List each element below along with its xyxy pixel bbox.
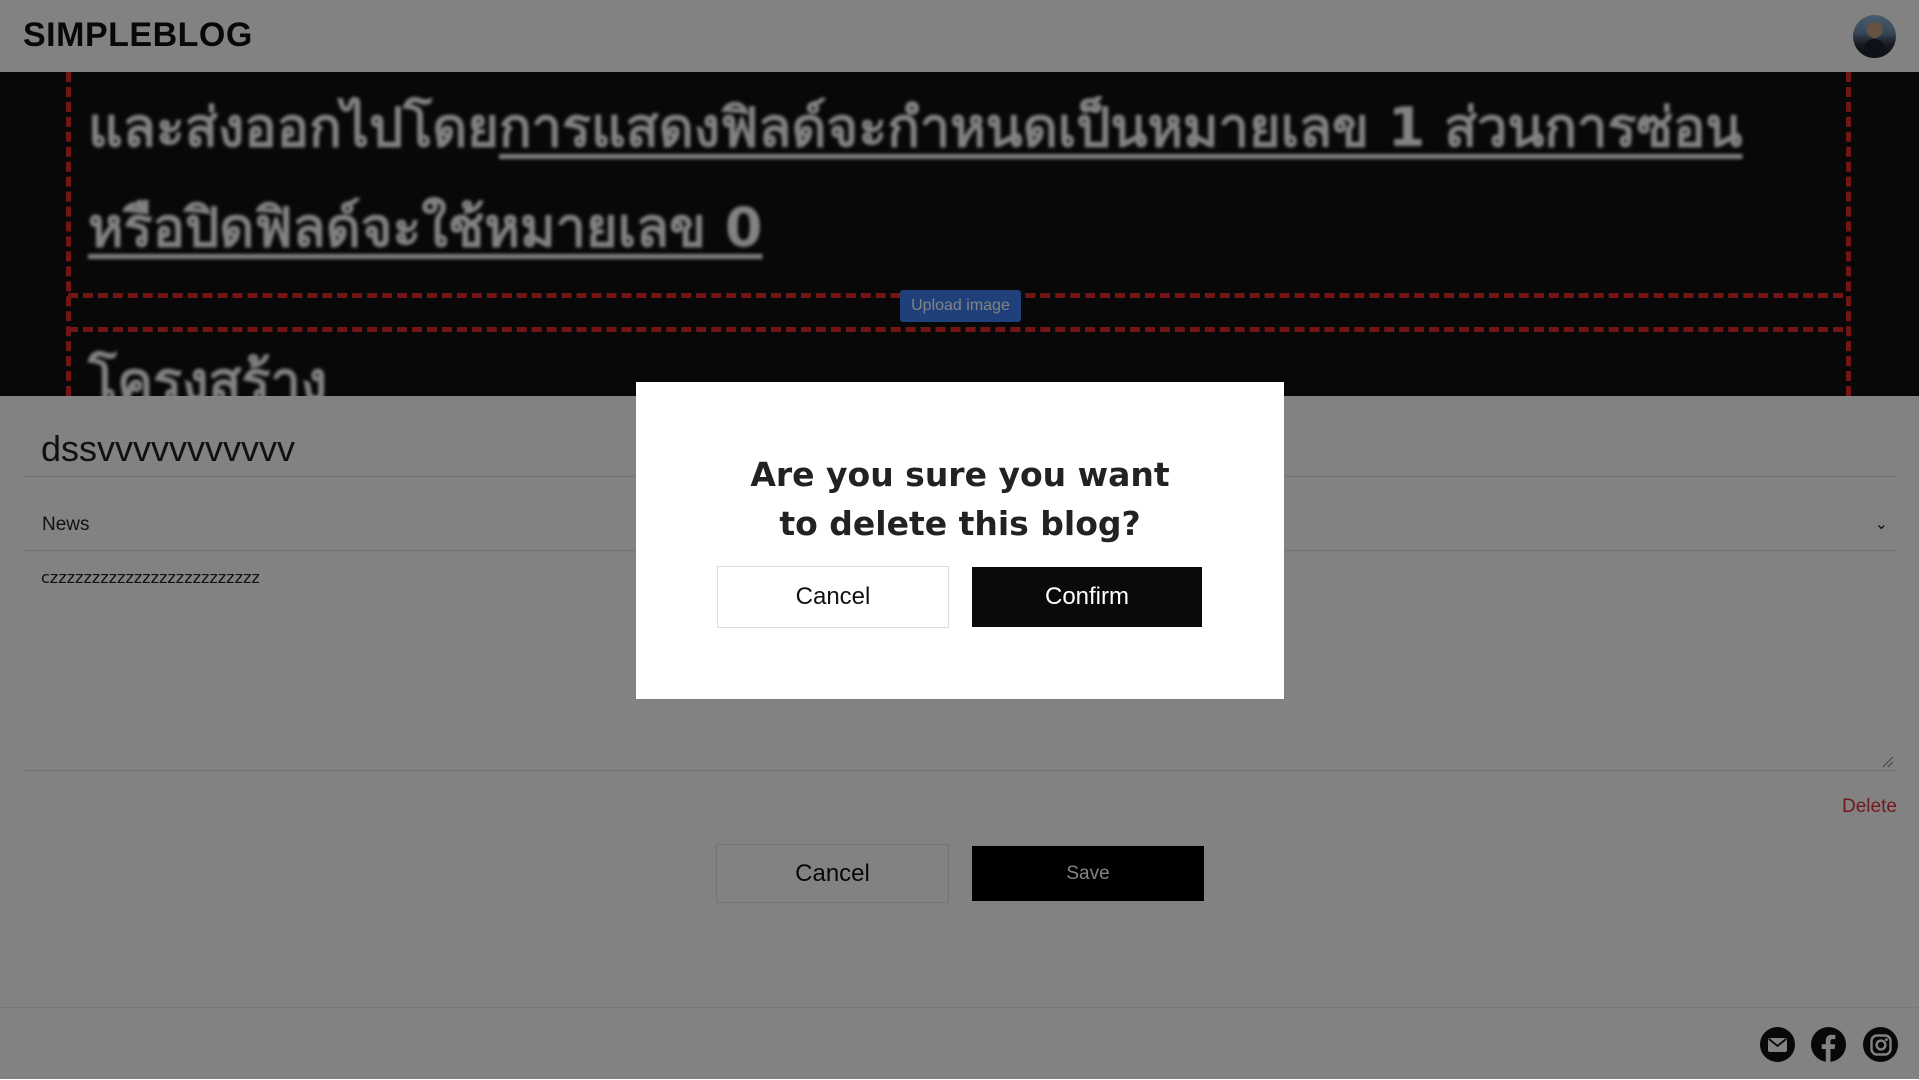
dialog-title-line-2: to delete this blog? xyxy=(779,504,1141,543)
dialog-title: Are you sure you want to delete this blo… xyxy=(636,450,1284,548)
dialog-title-line-1: Are you sure you want xyxy=(750,455,1170,494)
dialog-confirm-button[interactable]: Confirm xyxy=(972,567,1202,627)
dialog-cancel-button[interactable]: Cancel xyxy=(717,566,949,628)
delete-confirm-dialog: Are you sure you want to delete this blo… xyxy=(636,382,1284,699)
